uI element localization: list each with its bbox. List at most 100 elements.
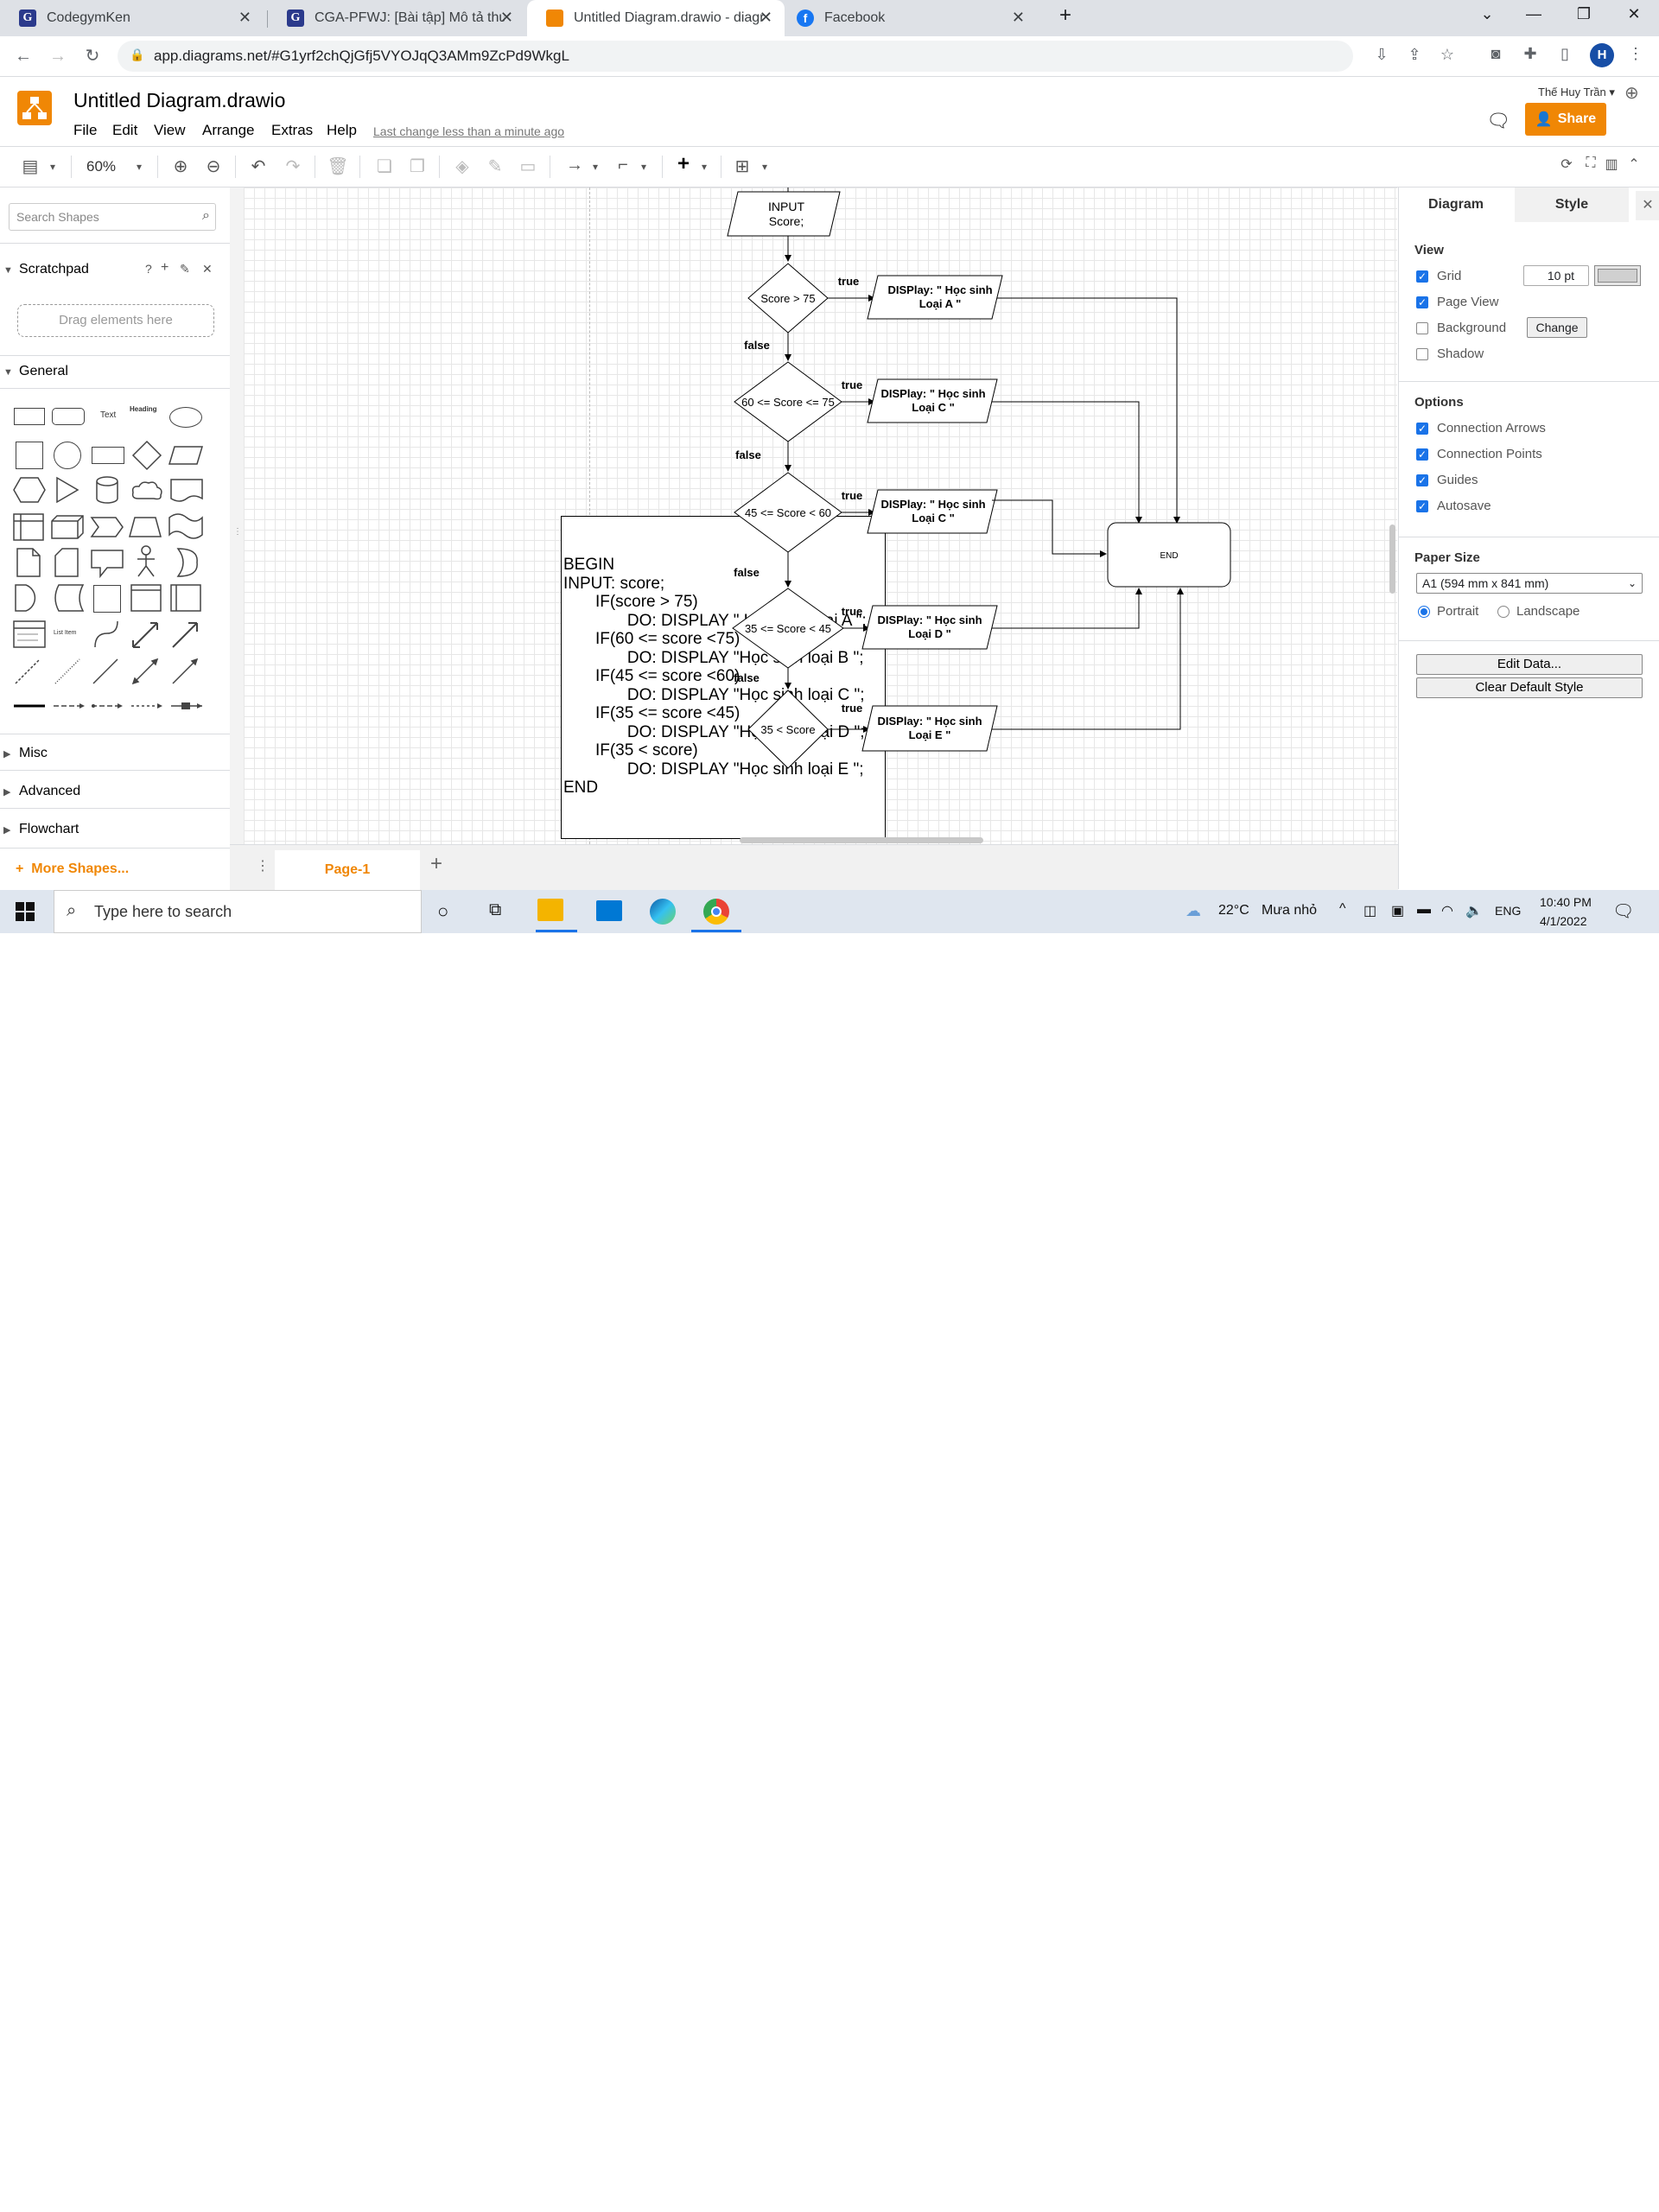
document-title[interactable]: Untitled Diagram.drawio bbox=[73, 89, 285, 112]
heading-shape[interactable]: Heading bbox=[130, 405, 157, 413]
triangle-shape[interactable] bbox=[54, 476, 81, 508]
bidirectional-connector-shape[interactable] bbox=[130, 656, 161, 691]
comment-icon[interactable]: 🗨 bbox=[1486, 110, 1510, 132]
background-option[interactable]: Background bbox=[1416, 321, 1506, 335]
misc-header[interactable]: ▶ Misc bbox=[0, 746, 230, 761]
connector-shape[interactable] bbox=[90, 699, 124, 715]
chevron-down-icon[interactable]: ▾ bbox=[584, 161, 607, 173]
weather-icon[interactable]: ☁ bbox=[1185, 902, 1201, 920]
line-color-icon[interactable]: ✎ bbox=[484, 156, 506, 177]
cylinder-shape[interactable] bbox=[93, 474, 121, 510]
flowchart-diagram[interactable]: INPUT Score; Score > 75 true DISPlay: " … bbox=[244, 188, 1397, 844]
checkbox-icon[interactable]: ✓ bbox=[1416, 296, 1428, 308]
sidebar-icon[interactable]: ▯ bbox=[1554, 45, 1576, 63]
globe-icon[interactable]: ⊕ bbox=[1624, 82, 1639, 104]
minimize-icon[interactable]: — bbox=[1521, 5, 1547, 23]
close-icon[interactable]: ✕ bbox=[1012, 9, 1025, 27]
diamond-shape[interactable] bbox=[131, 440, 162, 475]
vertical-scrollbar[interactable] bbox=[1389, 524, 1395, 594]
shadow-icon[interactable]: ▭ bbox=[517, 156, 539, 177]
taskbar-search-input[interactable]: ⌕ Type here to search bbox=[54, 890, 422, 933]
fullscreen-icon[interactable]: ⛶ bbox=[1580, 156, 1602, 171]
data-storage-shape[interactable] bbox=[50, 583, 85, 617]
menu-help[interactable]: Help bbox=[327, 122, 357, 139]
guides-option[interactable]: ✓ Guides bbox=[1416, 473, 1478, 487]
or-shape[interactable] bbox=[173, 547, 199, 582]
search-icon[interactable]: ⌕ bbox=[202, 208, 210, 224]
install-icon[interactable]: ⇩ bbox=[1370, 46, 1393, 64]
link-shape[interactable] bbox=[12, 699, 47, 715]
weather-text[interactable]: Mưa nhỏ bbox=[1262, 903, 1317, 918]
wifi-icon[interactable]: ◠ bbox=[1441, 902, 1453, 919]
scratchpad-drop-zone[interactable]: Drag elements here bbox=[17, 304, 214, 337]
clear-default-style-button[interactable]: Clear Default Style bbox=[1416, 677, 1643, 698]
ellipse-shape[interactable] bbox=[169, 407, 202, 428]
panel-resize-handle[interactable]: ⋮ bbox=[233, 527, 242, 537]
tab-cga-pfwj[interactable]: G CGA-PFWJ: [Bài tập] Mô tả thuật ✕ bbox=[268, 0, 525, 36]
tab-facebook[interactable]: f Facebook ✕ bbox=[778, 0, 1037, 36]
to-back-icon[interactable]: ❐ bbox=[406, 156, 429, 177]
square-shape[interactable] bbox=[16, 442, 43, 469]
menu-file[interactable]: File bbox=[73, 122, 97, 139]
container-shape[interactable] bbox=[93, 585, 121, 613]
line-shape[interactable] bbox=[90, 656, 121, 691]
tray-overflow-icon[interactable]: ^ bbox=[1339, 901, 1346, 917]
rectangle-shape[interactable] bbox=[14, 408, 45, 425]
more-shapes-button[interactable]: + More Shapes... bbox=[16, 861, 129, 877]
paper-size-select[interactable]: A1 (594 mm x 841 mm) ⌄ bbox=[1416, 573, 1643, 594]
close-window-icon[interactable]: ✕ bbox=[1621, 5, 1647, 23]
connection-points-option[interactable]: ✓ Connection Points bbox=[1416, 447, 1542, 461]
frame-shape[interactable] bbox=[130, 583, 162, 617]
weather-temp[interactable]: 22°C bbox=[1218, 903, 1249, 918]
edge[interactable] bbox=[997, 297, 1180, 524]
chevron-down-icon[interactable]: ▾ bbox=[693, 161, 715, 173]
checkbox-icon[interactable] bbox=[1416, 347, 1428, 360]
new-tab-button[interactable]: + bbox=[1052, 3, 1078, 28]
grid-option[interactable]: ✓ Grid bbox=[1416, 269, 1461, 283]
checkbox-icon[interactable]: ✓ bbox=[1416, 270, 1428, 283]
file-explorer-icon[interactable] bbox=[537, 899, 563, 921]
search-shapes-input[interactable]: Search Shapes ⌕ bbox=[9, 203, 216, 231]
to-front-icon[interactable]: ❏ bbox=[373, 156, 396, 177]
menu-arrange[interactable]: Arrange bbox=[202, 122, 254, 139]
table-icon[interactable]: ⊞ bbox=[731, 156, 753, 177]
delete-icon[interactable]: 🗑 bbox=[327, 156, 349, 177]
add-icon[interactable]: + bbox=[161, 260, 168, 276]
zoom-out-icon[interactable]: ⊖ bbox=[202, 156, 225, 177]
star-icon[interactable]: ☆ bbox=[1436, 46, 1459, 64]
close-icon[interactable]: ✕ bbox=[202, 262, 213, 276]
grid-size-input[interactable]: 10 pt bbox=[1523, 265, 1589, 286]
card-shape[interactable] bbox=[54, 547, 79, 582]
tab-codegymken[interactable]: G CodegymKen ✕ bbox=[0, 0, 264, 36]
restore-icon[interactable]: ❐ bbox=[1571, 5, 1597, 23]
share-button[interactable]: 👤 Share bbox=[1525, 103, 1606, 136]
forward-icon[interactable]: → bbox=[45, 43, 71, 69]
radio-selected-icon[interactable] bbox=[1418, 605, 1430, 618]
tab-style[interactable]: Style bbox=[1515, 188, 1629, 222]
circle-shape[interactable] bbox=[54, 442, 81, 469]
text-shape[interactable]: Text bbox=[100, 410, 116, 420]
redo-icon[interactable]: ↷ bbox=[282, 156, 304, 177]
extensions-icon[interactable]: ✚ bbox=[1519, 45, 1541, 63]
checkbox-icon[interactable] bbox=[1416, 321, 1428, 334]
zoom-in-icon[interactable]: ⊕ bbox=[169, 156, 192, 177]
help-icon[interactable]: ? bbox=[145, 262, 152, 276]
connection-arrows-option[interactable]: ✓ Connection Arrows bbox=[1416, 421, 1546, 435]
dashed-line-shape[interactable] bbox=[12, 656, 43, 691]
fill-color-icon[interactable]: ◈ bbox=[451, 156, 474, 177]
zoom-level[interactable]: 60% bbox=[86, 158, 116, 175]
undo-icon[interactable]: ↶ bbox=[247, 156, 270, 177]
flowchart-header[interactable]: ▶ Flowchart bbox=[0, 822, 230, 837]
directional-connector-shape[interactable] bbox=[169, 656, 200, 691]
task-view-icon[interactable]: ⧉ bbox=[489, 900, 501, 920]
actor-shape[interactable] bbox=[135, 545, 157, 582]
radio-icon[interactable] bbox=[1497, 605, 1510, 618]
page-tab-1[interactable]: Page-1 bbox=[275, 850, 420, 890]
tape-shape[interactable] bbox=[168, 512, 204, 544]
menu-edit[interactable]: Edit bbox=[112, 122, 137, 139]
delay-shape[interactable] bbox=[14, 583, 41, 617]
close-icon[interactable]: ✕ bbox=[760, 9, 772, 27]
close-icon[interactable]: ✕ bbox=[238, 9, 251, 27]
volume-icon[interactable]: 🔈 bbox=[1465, 902, 1483, 919]
language-indicator[interactable]: ENG bbox=[1495, 904, 1521, 918]
